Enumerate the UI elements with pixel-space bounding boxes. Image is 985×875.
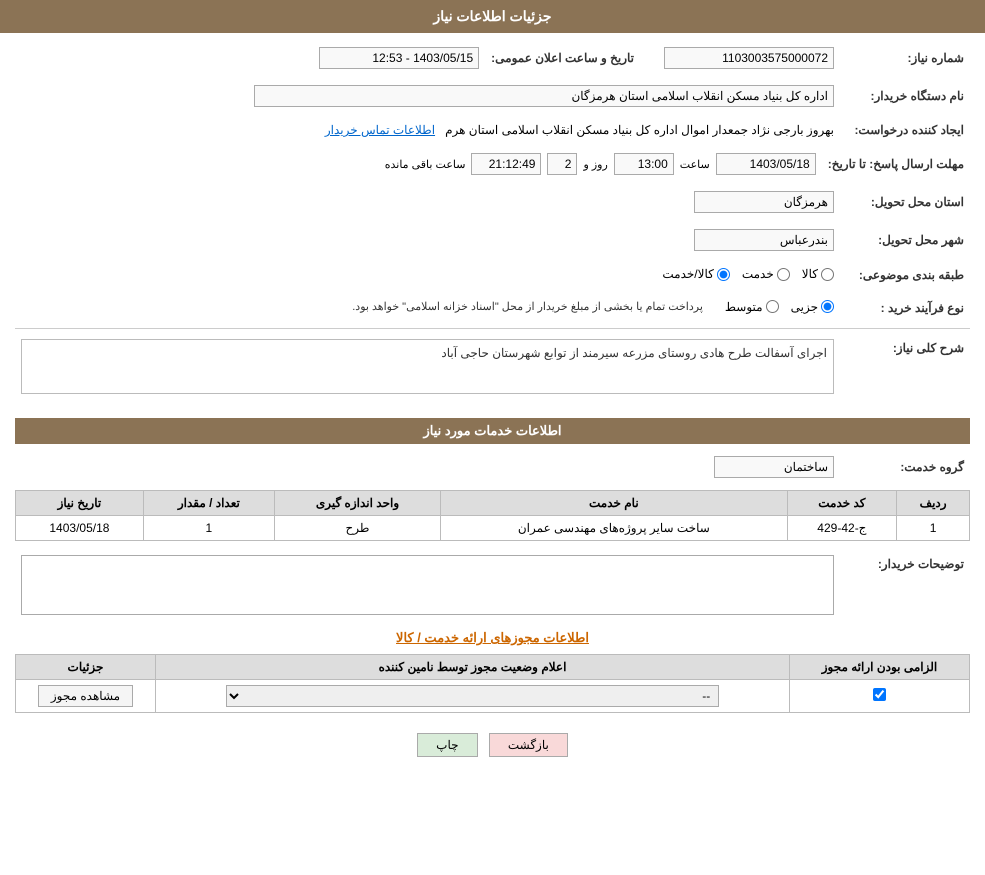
deadline-days-input[interactable]	[547, 153, 577, 175]
description-label: شرح کلی نیاز:	[840, 335, 970, 408]
category-kala-item[interactable]: کالا	[802, 267, 834, 281]
category-kala-label: کالا	[802, 267, 818, 281]
back-button[interactable]: بازگشت	[489, 733, 568, 757]
cell-count: 1	[143, 516, 274, 541]
page-header: جزئیات اطلاعات نیاز	[0, 0, 985, 33]
permits-section-link[interactable]: اطلاعات مجوزهای ارائه خدمت / کالا	[15, 630, 970, 646]
service-group-label: گروه خدمت:	[840, 452, 970, 482]
bottom-buttons: بازگشت چاپ	[15, 733, 970, 757]
permit-row: -- مشاهده مجوز	[16, 680, 970, 713]
purchase-motavaset-label: متوسط	[725, 300, 763, 314]
purchase-type-group: جزیی متوسط پرداخت تمام یا بخشی از مبلغ خ…	[352, 300, 834, 314]
page-title: جزئیات اطلاعات نیاز	[433, 8, 551, 24]
permit-required-cell	[790, 680, 970, 713]
category-khadamat-item[interactable]: خدمت	[742, 267, 790, 281]
order-number-label: شماره نیاز:	[840, 43, 970, 73]
creator-label: ایجاد کننده درخواست:	[840, 119, 970, 141]
purchase-motavaset-radio[interactable]	[766, 300, 779, 313]
province-input[interactable]	[694, 191, 834, 213]
permit-col-status: اعلام وضعیت مجوز توسط نامین کننده	[156, 655, 790, 680]
category-kala-khadamat-radio[interactable]	[717, 268, 730, 281]
announcement-label: تاریخ و ساعت اعلان عمومی:	[485, 43, 640, 73]
deadline-remaining-label: ساعت باقی مانده	[385, 158, 466, 171]
permits-table: الزامی بودن ارائه مجوز اعلام وضعیت مجوز …	[15, 654, 970, 713]
purchase-motavaset-item[interactable]: متوسط	[725, 300, 779, 314]
cell-row: 1	[897, 516, 970, 541]
creator-value: بهروز بارجی نژاد جمعدار اموال اداره کل ب…	[445, 123, 834, 137]
permit-status-cell: --	[156, 680, 790, 713]
permit-status-select[interactable]: --	[226, 685, 720, 707]
buyer-org-label: نام دستگاه خریدار:	[840, 81, 970, 111]
col-name: نام خدمت	[441, 491, 787, 516]
province-label: استان محل تحویل:	[840, 187, 970, 217]
category-label: طبقه بندی موضوعی:	[840, 263, 970, 288]
col-row: ردیف	[897, 491, 970, 516]
category-khadamat-radio[interactable]	[777, 268, 790, 281]
category-kala-khadamat-item[interactable]: کالا/خدمت	[662, 267, 729, 281]
city-label: شهر محل تحویل:	[840, 225, 970, 255]
category-kala-radio[interactable]	[821, 268, 834, 281]
purchase-jozyi-label: جزیی	[791, 300, 818, 314]
purchase-note: پرداخت تمام یا بخشی از مبلغ خریدار از مح…	[352, 300, 703, 313]
permit-required-checkbox[interactable]	[873, 688, 886, 701]
cell-unit: طرح	[274, 516, 440, 541]
category-radio-group: کالا خدمت کالا/خدمت	[662, 267, 834, 281]
deadline-time-label: ساعت	[680, 158, 710, 171]
deadline-time-input[interactable]	[614, 153, 674, 175]
col-code: کد خدمت	[787, 491, 897, 516]
purchase-jozyi-radio[interactable]	[821, 300, 834, 313]
col-date: تاریخ نیاز	[16, 491, 144, 516]
cell-name: ساخت سایر پروژه‌های مهندسی عمران	[441, 516, 787, 541]
deadline-days-label: روز و	[583, 158, 607, 171]
buyer-org-input[interactable]	[254, 85, 834, 107]
permit-col-required: الزامی بودن ارائه مجوز	[790, 655, 970, 680]
deadline-remaining-input[interactable]	[471, 153, 541, 175]
cell-code: ج-42-429	[787, 516, 897, 541]
services-section-title: اطلاعات خدمات مورد نیاز	[15, 418, 970, 444]
description-text: اجرای آسفالت طرح هادی روستای مزرعه سیرمن…	[441, 346, 827, 360]
buyer-description-label: توضیحات خریدار:	[840, 551, 970, 622]
deadline-date-input[interactable]	[716, 153, 816, 175]
col-unit: واحد اندازه گیری	[274, 491, 440, 516]
col-count: تعداد / مقدار	[143, 491, 274, 516]
city-input[interactable]	[694, 229, 834, 251]
announcement-input[interactable]	[319, 47, 479, 69]
buyer-description-textarea[interactable]	[21, 555, 834, 615]
creator-contact-link[interactable]: اطلاعات تماس خریدار	[325, 123, 435, 137]
category-khadamat-label: خدمت	[742, 267, 774, 281]
purchase-jozyi-item[interactable]: جزیی	[791, 300, 834, 314]
print-button[interactable]: چاپ	[417, 733, 477, 757]
cell-date: 1403/05/18	[16, 516, 144, 541]
permit-view-button[interactable]: مشاهده مجوز	[38, 685, 133, 707]
category-kala-khadamat-label: کالا/خدمت	[662, 267, 713, 281]
permit-col-details: جزئیات	[16, 655, 156, 680]
service-group-input[interactable]	[714, 456, 834, 478]
table-row: 1 ج-42-429 ساخت سایر پروژه‌های مهندسی عم…	[16, 516, 970, 541]
services-table: ردیف کد خدمت نام خدمت واحد اندازه گیری ت…	[15, 490, 970, 541]
deadline-label: مهلت ارسال پاسخ: تا تاریخ:	[822, 149, 970, 179]
purchase-type-label: نوع فرآیند خرید :	[840, 296, 970, 321]
order-number-input[interactable]	[664, 47, 834, 69]
permit-details-cell: مشاهده مجوز	[16, 680, 156, 713]
description-section: اجرای آسفالت طرح هادی روستای مزرعه سیرمن…	[21, 339, 834, 394]
